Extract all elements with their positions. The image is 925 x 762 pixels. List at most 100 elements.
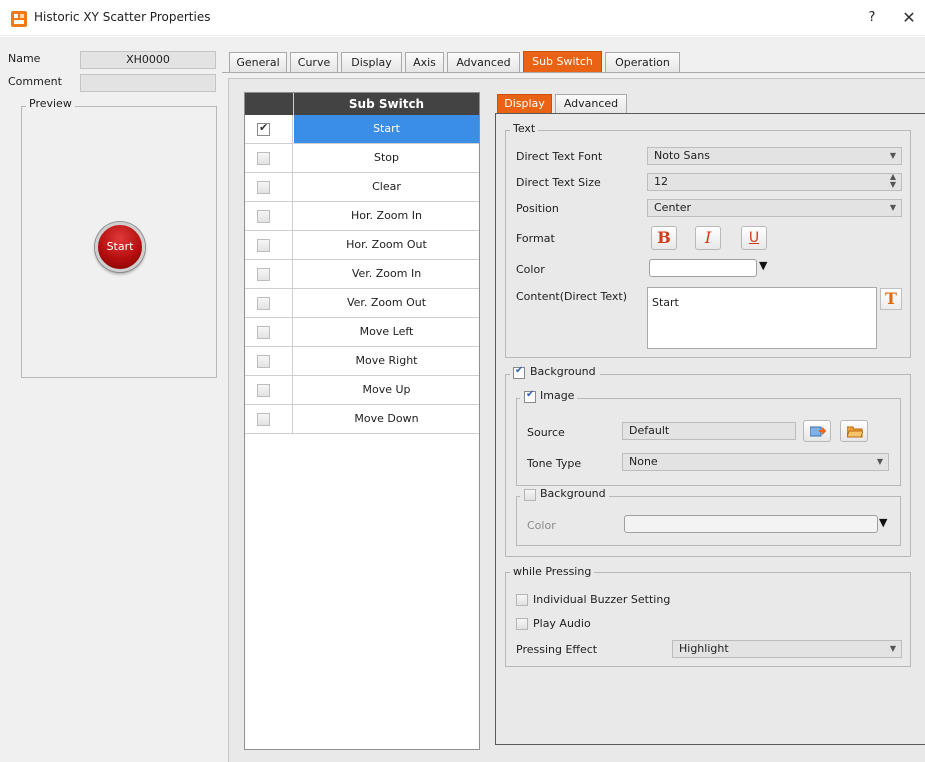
effect-select[interactable]: Highlight ▼ — [672, 640, 902, 658]
list-item-label: Stop — [373, 151, 399, 164]
list-item-checkbox[interactable] — [257, 121, 270, 136]
bg-color-legend: Background — [520, 487, 609, 502]
list-item-clear[interactable]: Clear — [245, 173, 479, 202]
image-checkbox[interactable] — [524, 389, 536, 403]
list-item-checkbox[interactable] — [257, 297, 270, 310]
comment-label: Comment — [8, 75, 62, 88]
list-item-label: Move Up — [362, 383, 411, 396]
tab-display[interactable]: Display — [341, 52, 402, 73]
help-button[interactable]: ? — [859, 7, 885, 29]
position-select[interactable]: Center ▼ — [647, 199, 902, 217]
bg-color-checkbox[interactable] — [524, 489, 536, 501]
bg-color-label: Color — [527, 519, 556, 532]
subtab-advanced[interactable]: Advanced — [555, 94, 627, 114]
list-item-label: Move Left — [359, 325, 414, 338]
chevron-down-icon: ▼ — [876, 457, 883, 466]
comment-field[interactable] — [80, 74, 216, 92]
image-import-icon — [810, 426, 826, 437]
position-label: Position — [516, 202, 559, 215]
close-button[interactable]: ✕ — [896, 7, 922, 29]
preview-start-button: Start — [95, 222, 145, 272]
buzzer-checkbox[interactable] — [516, 594, 528, 606]
list-item-label: Move Down — [354, 412, 419, 425]
content-label: Content(Direct Text) — [516, 290, 628, 303]
subtab-display[interactable]: Display — [497, 94, 552, 114]
list-item-label: Ver. Zoom Out — [346, 296, 427, 309]
pressing-legend: while Pressing — [510, 565, 595, 578]
list-item-start[interactable]: Start — [245, 115, 479, 144]
text-style-icon[interactable]: T — [880, 288, 902, 310]
buzzer-label: Individual Buzzer Setting — [533, 593, 671, 606]
tab-general[interactable]: General — [229, 52, 287, 73]
image-legend: Image — [520, 389, 578, 404]
list-item-label: Clear — [372, 180, 401, 193]
list-item-hor-zoom-in[interactable]: Hor. Zoom In — [245, 202, 479, 231]
name-field[interactable]: XH0000 — [80, 51, 216, 69]
list-item-label: Ver. Zoom In — [351, 267, 422, 280]
bold-button[interactable]: B — [651, 226, 677, 250]
list-item-checkbox[interactable] — [257, 210, 270, 223]
list-item-checkbox[interactable] — [257, 413, 270, 426]
font-label: Direct Text Font — [516, 150, 603, 163]
list-item-checkbox[interactable] — [257, 355, 270, 368]
list-item-stop[interactable]: Stop — [245, 144, 479, 173]
chevron-down-icon[interactable]: ▼ — [879, 516, 887, 529]
format-label: Format — [516, 232, 555, 245]
tab-operation[interactable]: Operation — [605, 52, 680, 73]
browse-folder-button[interactable] — [840, 420, 868, 442]
tab-curve[interactable]: Curve — [290, 52, 338, 73]
background-legend-label: Background — [527, 365, 599, 378]
chevron-down-icon[interactable]: ▼ — [759, 259, 767, 272]
list-item-checkbox[interactable] — [257, 152, 270, 165]
font-select-value: Noto Sans — [654, 149, 710, 162]
bg-color-legend-label: Background — [537, 487, 609, 500]
background-checkbox[interactable] — [513, 365, 525, 379]
tab-axis[interactable]: Axis — [405, 52, 444, 73]
effect-label: Pressing Effect — [516, 643, 598, 656]
list-item-move-right[interactable]: Move Right — [245, 347, 479, 376]
list-item-label: Hor. Zoom In — [351, 209, 422, 222]
image-group — [516, 398, 901, 486]
underline-button[interactable]: U — [741, 226, 767, 250]
font-select[interactable]: Noto Sans ▼ — [647, 147, 902, 165]
list-item-move-down[interactable]: Move Down — [245, 405, 479, 434]
image-legend-label: Image — [537, 389, 578, 402]
spinner-arrows-icon[interactable]: ▲ ▼ — [890, 173, 896, 189]
list-item-checkbox[interactable] — [257, 326, 270, 339]
list-item-label: Hor. Zoom Out — [346, 238, 427, 251]
tone-select[interactable]: None ▼ — [622, 453, 889, 471]
italic-button[interactable]: I — [695, 226, 721, 250]
list-item-move-left[interactable]: Move Left — [245, 318, 479, 347]
source-label: Source — [527, 426, 565, 439]
list-item-move-up[interactable]: Move Up — [245, 376, 479, 405]
preview-legend: Preview — [26, 97, 75, 110]
source-field[interactable]: Default — [622, 422, 796, 440]
text-color-label: Color — [516, 263, 545, 276]
background-legend: Background — [510, 365, 600, 380]
tab-advanced[interactable]: Advanced — [447, 52, 520, 73]
size-spinner-value: 12 — [654, 175, 668, 188]
size-spinner[interactable]: 12 ▲ ▼ — [647, 173, 902, 191]
chevron-down-icon: ▼ — [889, 644, 896, 653]
content-textarea[interactable]: Start — [647, 287, 877, 349]
app-icon — [11, 11, 27, 27]
list-item-checkbox[interactable] — [257, 181, 270, 194]
import-image-button[interactable] — [803, 420, 831, 442]
list-item-ver-zoom-out[interactable]: Ver. Zoom Out — [245, 289, 479, 318]
folder-open-icon — [847, 426, 863, 438]
list-item-label: Start — [294, 115, 479, 143]
list-item-ver-zoom-in[interactable]: Ver. Zoom In — [245, 260, 479, 289]
effect-select-value: Highlight — [679, 642, 729, 655]
size-label: Direct Text Size — [516, 176, 601, 189]
tab-sub-switch[interactable]: Sub Switch — [523, 51, 602, 73]
list-item-checkbox[interactable] — [257, 239, 270, 252]
title-bar: Historic XY Scatter Properties ? ✕ — [0, 0, 925, 36]
text-color-picker[interactable] — [649, 259, 757, 277]
tone-label: Tone Type — [527, 457, 582, 470]
bg-color-picker[interactable] — [624, 515, 878, 533]
list-item-hor-zoom-out[interactable]: Hor. Zoom Out — [245, 231, 479, 260]
audio-checkbox[interactable] — [516, 618, 528, 630]
list-item-checkbox[interactable] — [257, 268, 270, 281]
name-label: Name — [8, 52, 41, 65]
list-item-checkbox[interactable] — [257, 384, 270, 397]
